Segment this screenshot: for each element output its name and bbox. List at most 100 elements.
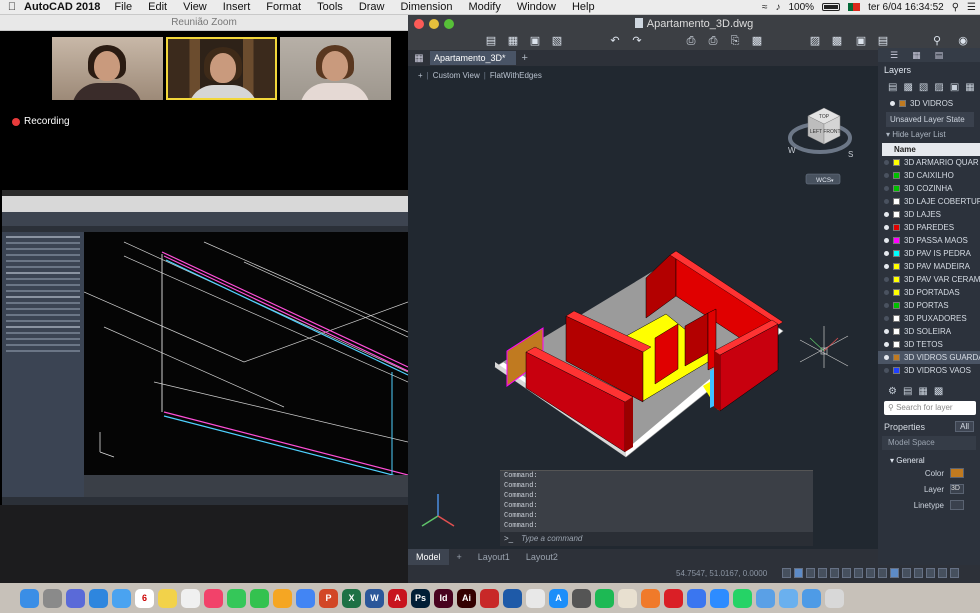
layer-visibility-icon[interactable] <box>884 329 889 334</box>
materials-icon[interactable]: ▩ <box>830 35 844 47</box>
layer-row[interactable]: 3D SOLEIRA <box>878 325 980 338</box>
layer-visibility-icon[interactable] <box>884 212 889 217</box>
word-dock-icon[interactable]: W <box>365 588 384 608</box>
illustrator-dock-icon[interactable]: Ai <box>457 588 476 608</box>
property-layer[interactable]: Layer 3D <box>878 481 980 497</box>
property-linetype[interactable]: Linetype <box>878 497 980 513</box>
layer-color-swatch[interactable] <box>893 237 900 244</box>
grid-toggle[interactable] <box>782 568 791 578</box>
layer-color-swatch[interactable] <box>893 185 900 192</box>
downloads-dock-icon[interactable] <box>756 588 775 608</box>
music-dock-icon[interactable] <box>204 588 223 608</box>
layer-row[interactable]: 3D PAREDES <box>878 221 980 234</box>
tab-layout2[interactable]: Layout2 <box>518 549 566 565</box>
layer-row[interactable]: 3D CAIXILHO <box>878 169 980 182</box>
participant-video-1[interactable] <box>52 37 163 100</box>
layer-row[interactable]: 3D LAJES <box>878 208 980 221</box>
tab-model[interactable]: Model <box>408 549 449 565</box>
layer-visibility-icon[interactable] <box>884 303 889 308</box>
hide-layer-list-toggle[interactable]: ▾ Hide Layer List <box>878 127 980 143</box>
model-space-field[interactable]: Model Space <box>882 436 976 450</box>
render-icon[interactable]: ▨ <box>808 35 822 47</box>
spotify-dock-icon[interactable] <box>595 588 614 608</box>
property-value[interactable]: 3D <box>950 484 964 494</box>
layer-visibility-icon[interactable] <box>884 238 889 243</box>
delete-layer-icon[interactable]: ▧ <box>919 82 928 93</box>
layer-row[interactable]: 3D PASSA MAOS <box>878 234 980 247</box>
layer-color-swatch[interactable] <box>893 367 900 374</box>
menu-edit[interactable]: Edit <box>148 1 167 13</box>
command-input[interactable]: >_ Type a command <box>500 532 813 546</box>
layer-state-dropdown[interactable]: Unsaved Layer State <box>886 112 974 127</box>
calendar-dock-icon[interactable]: 6 <box>135 588 154 608</box>
final-cut-dock-icon[interactable] <box>572 588 591 608</box>
transparency-toggle[interactable] <box>866 568 875 578</box>
lineweight-toggle[interactable] <box>854 568 863 578</box>
dynamic-ucs-toggle[interactable] <box>902 568 911 578</box>
menu-modify[interactable]: Modify <box>468 1 500 13</box>
layer-color-swatch[interactable] <box>893 159 900 166</box>
documents-dock-icon[interactable] <box>779 588 798 608</box>
property-value[interactable] <box>950 468 964 478</box>
layer-visibility-icon[interactable] <box>884 342 889 347</box>
set-current-layer-icon[interactable]: ▨ <box>934 82 943 93</box>
model-viewport[interactable]: + | Custom View | FlatWithEdges TOP LEFT… <box>408 66 878 549</box>
menu-file[interactable]: File <box>114 1 132 13</box>
share-icon[interactable]: ▩ <box>750 35 764 47</box>
search-help-icon[interactable]: ⚲ <box>930 35 944 47</box>
open-file-icon[interactable]: ▦ <box>506 35 520 47</box>
current-layer[interactable]: 3D VIDROS <box>878 96 980 110</box>
layer-isolate-icon[interactable]: ▣ <box>950 82 959 93</box>
messages-dock-icon[interactable] <box>227 588 246 608</box>
fullscreen-toggle[interactable] <box>950 568 959 578</box>
layer-visibility-icon[interactable] <box>884 225 889 230</box>
whatsapp-dock-icon[interactable] <box>733 588 752 608</box>
file-tabs-menu-icon[interactable]: ▦ <box>408 53 430 64</box>
layer-color-swatch[interactable] <box>893 354 900 361</box>
vpn-dock-icon[interactable] <box>641 588 660 608</box>
save-icon[interactable]: ▣ <box>528 35 542 47</box>
layer-visibility-icon[interactable] <box>884 316 889 321</box>
layer-group-icon[interactable]: ▦ <box>918 386 927 397</box>
system-preferences-dock-icon[interactable] <box>43 588 62 608</box>
flag-icon[interactable] <box>848 3 861 11</box>
layers-palette-icon[interactable]: ☰ <box>890 50 898 61</box>
redo-icon[interactable]: ↷ <box>630 35 644 47</box>
selection-cycling-toggle[interactable] <box>878 568 887 578</box>
participant-video-3[interactable] <box>280 37 391 100</box>
new-frozen-layer-icon[interactable]: ▩ <box>903 82 912 93</box>
otrack-toggle[interactable] <box>842 568 851 578</box>
layer-color-swatch[interactable] <box>893 172 900 179</box>
layer-name-header[interactable]: Name <box>882 143 980 156</box>
menu-format[interactable]: Format <box>266 1 301 13</box>
layer-row[interactable]: 3D PAV IS PEDRA <box>878 247 980 260</box>
participant-video-2[interactable] <box>166 37 277 100</box>
layer-filter-icon[interactable]: ▤ <box>903 386 912 397</box>
workspace-toggle[interactable] <box>926 568 935 578</box>
launchpad-dock-icon[interactable] <box>66 588 85 608</box>
close-button[interactable] <box>414 19 424 29</box>
save-as-icon[interactable]: ▧ <box>550 35 564 47</box>
new-tab-button[interactable]: + <box>522 52 528 64</box>
layer-unisolate-icon[interactable]: ▦ <box>965 82 974 93</box>
trash-dock-icon[interactable] <box>825 588 844 608</box>
app-name-menu[interactable]: AutoCAD 2018 <box>24 1 100 13</box>
layer-folder-icon[interactable]: ▩ <box>934 386 943 397</box>
layer-visibility-icon[interactable] <box>884 173 889 178</box>
layer-row[interactable]: 3D VIDROS VAOS <box>878 364 980 377</box>
reminders-dock-icon[interactable] <box>181 588 200 608</box>
property-color[interactable]: Color <box>878 465 980 481</box>
osnap-toggle[interactable] <box>830 568 839 578</box>
minimize-button[interactable] <box>429 19 439 29</box>
menu-view[interactable]: View <box>183 1 207 13</box>
indesign-dock-icon[interactable]: Id <box>434 588 453 608</box>
layer-visibility-icon[interactable] <box>884 251 889 256</box>
volume-icon[interactable]: ♪ <box>776 2 781 13</box>
layer-visibility-icon[interactable] <box>884 264 889 269</box>
powerpoint-dock-icon[interactable]: P <box>319 588 338 608</box>
photoshop-dock-icon[interactable]: Ps <box>411 588 430 608</box>
archicad-dock-icon[interactable] <box>503 588 522 608</box>
search-icon[interactable]: ⚲ <box>952 2 959 13</box>
property-value[interactable] <box>950 500 964 510</box>
popcorn-dock-icon[interactable] <box>618 588 637 608</box>
